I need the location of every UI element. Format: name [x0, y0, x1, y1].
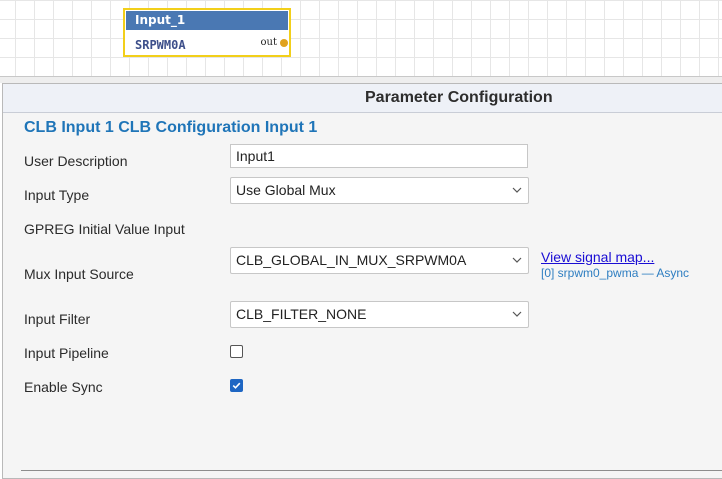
mux-input-source-label: Mux Input Source — [24, 266, 134, 282]
section-title: CLB Input 1 CLB Configuration Input 1 — [24, 119, 318, 136]
parameter-panel: Parameter Configuration CLB Input 1 CLB … — [2, 83, 722, 479]
enable-sync-checkbox[interactable] — [230, 379, 243, 392]
chevron-down-icon — [512, 311, 522, 317]
mux-input-source-value: CLB_GLOBAL_IN_MUX_SRPWM0A — [236, 252, 467, 268]
input-type-label: Input Type — [24, 187, 90, 203]
block-port-label: out — [260, 37, 277, 48]
panel-title: Parameter Configuration — [365, 89, 553, 106]
clb-input-block[interactable]: Input_1 SRPWM0A out — [123, 8, 291, 57]
panel-header: Parameter Configuration — [3, 84, 722, 113]
checkmark-icon — [232, 382, 241, 389]
user-description-label: User Description — [24, 153, 128, 169]
input-filter-label: Input Filter — [24, 311, 91, 327]
input-pipeline-label: Input Pipeline — [24, 345, 109, 361]
block-source-label: SRPWM0A — [135, 38, 186, 52]
chevron-down-icon — [512, 187, 522, 193]
view-signal-map-link[interactable]: View signal map... — [541, 249, 654, 265]
input-type-value: Use Global Mux — [236, 182, 336, 198]
block-title: Input_1 — [126, 11, 288, 30]
input-type-select[interactable]: Use Global Mux — [230, 177, 529, 204]
gpreg-initial-label: GPREG Initial Value Input — [24, 221, 185, 237]
input-filter-select[interactable]: CLB_FILTER_NONE — [230, 301, 529, 328]
panel-divider — [21, 470, 722, 471]
user-description-input[interactable] — [230, 144, 528, 168]
port-dot-icon[interactable] — [280, 39, 288, 47]
input-filter-value: CLB_FILTER_NONE — [236, 306, 367, 322]
diagram-canvas[interactable]: Input_1 SRPWM0A out — [0, 0, 722, 77]
input-pipeline-checkbox[interactable] — [230, 345, 243, 358]
chevron-down-icon — [512, 257, 522, 263]
signal-detail-text: [0] srpwm0_pwma — Async — [541, 266, 690, 280]
mux-input-source-select[interactable]: CLB_GLOBAL_IN_MUX_SRPWM0A — [230, 247, 529, 274]
enable-sync-label: Enable Sync — [24, 379, 103, 395]
